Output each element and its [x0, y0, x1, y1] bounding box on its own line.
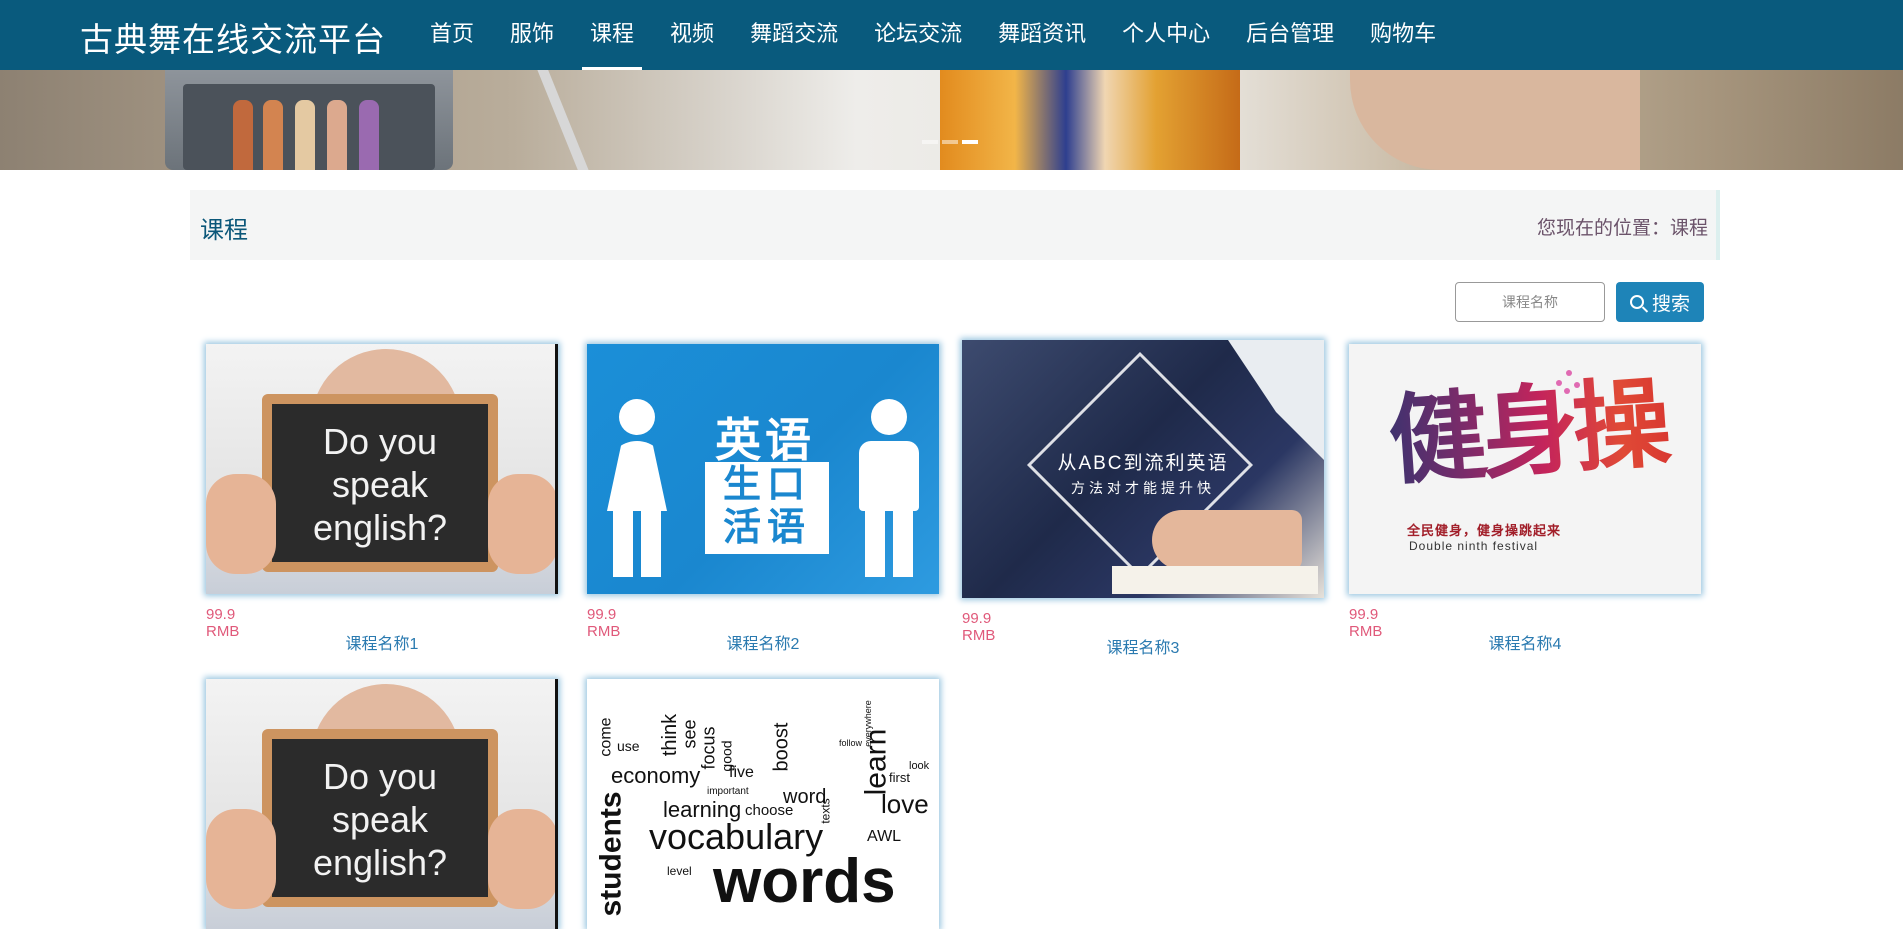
- course-search-input[interactable]: [1455, 282, 1605, 322]
- banner-hand: [1350, 70, 1640, 170]
- word-cloud-word: economy: [611, 763, 701, 788]
- word-cloud-word: learning: [663, 797, 742, 822]
- course-image[interactable]: vocabulary words students economy learni…: [587, 679, 939, 929]
- nav-item-forum[interactable]: 论坛交流: [856, 0, 980, 70]
- course-name-link[interactable]: 课程名称3: [962, 634, 1324, 658]
- nav-item-videos[interactable]: 视频: [652, 0, 732, 70]
- word-cloud-word: see: [679, 719, 700, 749]
- course-image[interactable]: 健身操 全民健身，健身操跳起来 Double ninth festival: [1349, 344, 1701, 594]
- male-icon: [849, 399, 929, 579]
- carousel-dot-2[interactable]: [942, 140, 958, 144]
- banner-pen: [536, 70, 594, 170]
- banner-costume: [940, 70, 1240, 170]
- top-navbar: 古典舞在线交流平台 首页 服饰 课程 视频 舞蹈交流 论坛交流 舞蹈资讯 个人中…: [0, 0, 1903, 70]
- calligraphy-art: 健身操: [1366, 366, 1689, 500]
- course-image-title: 全民健身，健身操跳起来: [1407, 523, 1562, 538]
- word-cloud-word: focus: [698, 726, 719, 770]
- course-image[interactable]: Do you speak english?: [206, 679, 558, 929]
- chalkboard-text: Do you speak english?: [312, 756, 448, 883]
- course-image[interactable]: 从ABC到流利英语 方法对才能提升快: [962, 340, 1324, 598]
- site-title[interactable]: 古典舞在线交流平台: [80, 13, 386, 61]
- course-image[interactable]: Do you speak english?: [206, 344, 558, 594]
- search-button[interactable]: 搜索: [1616, 282, 1704, 322]
- word-cloud-word: texts: [818, 798, 833, 824]
- chalkboard: Do you speak english?: [262, 729, 498, 907]
- course-image-title: 英语: [715, 414, 815, 466]
- chalkboard: Do you speak english?: [262, 394, 498, 572]
- word-cloud-word: follow: [839, 738, 863, 748]
- search-icon: [1629, 295, 1644, 309]
- course-image-box-text: 生口 活语: [722, 464, 811, 549]
- course-name-link[interactable]: 课程名称4: [1349, 630, 1701, 654]
- nav-item-admin[interactable]: 后台管理: [1228, 0, 1352, 70]
- carousel-indicators: [922, 140, 978, 144]
- nav-item-profile[interactable]: 个人中心: [1104, 0, 1228, 70]
- course-image[interactable]: 英语 生口 活语: [587, 344, 939, 594]
- word-cloud-word: use: [617, 738, 640, 754]
- nav-item-courses[interactable]: 课程: [572, 0, 652, 70]
- banner-carousel[interactable]: [0, 70, 1903, 170]
- nav-item-dance-exchange[interactable]: 舞蹈交流: [732, 0, 856, 70]
- word-cloud-word: good: [718, 740, 735, 772]
- banner-pencil-tray: [165, 70, 453, 170]
- page-header: 课程 您现在的位置：课程: [190, 190, 1720, 260]
- main-nav: 首页 服饰 课程 视频 舞蹈交流 论坛交流 舞蹈资讯 个人中心 后台管理 购物车: [412, 0, 1454, 70]
- page-title: 课程: [200, 217, 248, 244]
- word-cloud-word: important: [707, 786, 749, 797]
- female-icon: [597, 399, 677, 579]
- breadcrumb: 您现在的位置：课程: [1536, 218, 1708, 239]
- course-name-link[interactable]: 课程名称2: [587, 630, 939, 654]
- course-image-subtitle: Double ninth festival: [1409, 539, 1539, 553]
- word-cloud-word: level: [667, 864, 692, 878]
- nav-item-dance-news[interactable]: 舞蹈资讯: [980, 0, 1104, 70]
- word-cloud-word: think: [659, 713, 682, 757]
- word-cloud-word: everywhere: [862, 700, 873, 747]
- word-cloud-word: boost: [770, 722, 793, 772]
- search-button-label: 搜索: [1651, 293, 1690, 315]
- word-cloud-word: look: [909, 760, 930, 772]
- word-cloud-word: words: [713, 847, 896, 916]
- nav-item-costumes[interactable]: 服饰: [492, 0, 572, 70]
- word-cloud-word: AWL: [867, 828, 902, 845]
- course-image-subtitle: 方法对才能提升快: [1071, 480, 1215, 496]
- carousel-dot-3[interactable]: [962, 140, 978, 144]
- word-cloud-word: first: [889, 770, 910, 785]
- nav-item-home[interactable]: 首页: [412, 0, 492, 70]
- nav-item-cart[interactable]: 购物车: [1352, 0, 1454, 70]
- course-image-title: 从ABC到流利英语: [1057, 453, 1229, 474]
- chalkboard-text: Do you speak english?: [312, 421, 448, 548]
- word-cloud-word: love: [881, 789, 929, 819]
- word-cloud-word: students: [594, 791, 628, 917]
- course-name-link[interactable]: 课程名称1: [206, 630, 558, 654]
- carousel-dot-1[interactable]: [922, 140, 938, 144]
- word-cloud-word: come: [597, 717, 615, 757]
- word-cloud-word: choose: [745, 802, 794, 819]
